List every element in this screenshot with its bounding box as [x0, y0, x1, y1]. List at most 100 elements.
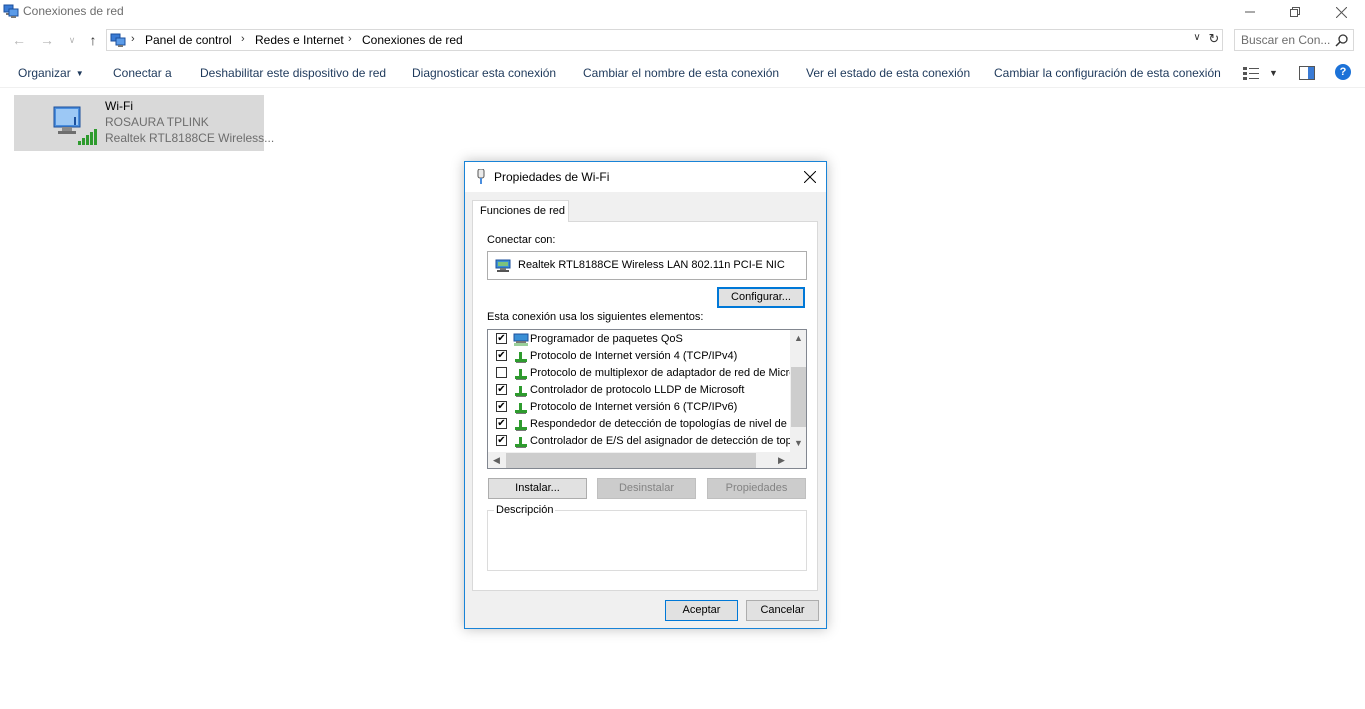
change-view-button[interactable]	[1243, 66, 1259, 83]
item-label: Controlador de protocolo LLDP de Microso…	[530, 384, 745, 396]
properties-button[interactable]: Propiedades	[707, 478, 806, 499]
scroll-right-icon[interactable]: ▶	[773, 452, 790, 468]
breadcrumb-network-internet[interactable]: Redes e Internet	[255, 33, 344, 47]
network-adapter-icon	[477, 169, 485, 184]
forward-button[interactable]: →	[38, 31, 56, 49]
components-list[interactable]: ✔ Programador de paquetes QoS ✔ Protocol…	[487, 329, 807, 469]
install-button[interactable]: Instalar...	[488, 478, 587, 499]
command-bar: Organizar ▼ Conectar a Deshabilitar este …	[0, 58, 1365, 88]
connect-to-button[interactable]: Conectar a	[113, 66, 172, 80]
dialog-title: Propiedades de Wi-Fi	[494, 170, 610, 184]
search-box[interactable]	[1234, 29, 1354, 51]
description-group: Descripción	[487, 504, 807, 571]
item-checkbox[interactable]	[496, 367, 507, 378]
view-options-dropdown[interactable]: ▼	[1269, 68, 1278, 78]
restore-button[interactable]	[1272, 0, 1318, 24]
organize-menu[interactable]: Organizar ▼	[18, 66, 84, 80]
connection-adapter: Realtek RTL8188CE Wireless...	[105, 131, 275, 145]
view-details-icon	[1243, 67, 1259, 80]
view-status-button[interactable]: Ver el estado de esta conexión	[806, 66, 970, 80]
breadcrumb-network-connections[interactable]: Conexiones de red	[362, 33, 463, 47]
protocol-icon	[515, 386, 527, 397]
item-checkbox[interactable]: ✔	[496, 384, 507, 395]
item-label: Respondedor de detección de topologías d…	[530, 418, 790, 430]
scroll-left-icon[interactable]: ◀	[488, 452, 505, 468]
dialog-close-button[interactable]	[799, 166, 821, 188]
diagnose-button[interactable]: Diagnosticar esta conexión	[412, 66, 556, 80]
breadcrumb-separator-icon[interactable]: ›	[131, 33, 135, 45]
tab-networking[interactable]: Funciones de red	[472, 200, 569, 222]
list-item[interactable]: Protocolo de multiplexor de adaptador de…	[488, 365, 790, 382]
list-item[interactable]: ✔ Respondedor de detección de topologías…	[488, 416, 790, 433]
address-bar[interactable]: › Panel de control › Redes e Internet › …	[106, 29, 1223, 51]
change-settings-button[interactable]: Cambiar la configuración de esta conexió…	[994, 66, 1221, 80]
navigation-bar: ← → ∨ ↑ › Panel de control › Redes e Int…	[0, 26, 1365, 54]
search-icon[interactable]	[1335, 33, 1349, 47]
list-item[interactable]: ✔ Programador de paquetes QoS	[488, 331, 790, 348]
disable-device-button[interactable]: Deshabilitar este dispositivo de red	[200, 66, 386, 80]
connection-item-wifi[interactable]: Wi-Fi ROSAURA TPLINK Realtek RTL8188CE W…	[14, 95, 274, 151]
configure-button[interactable]: Configurar...	[717, 287, 805, 308]
item-label: Protocolo de Internet versión 4 (TCP/IPv…	[530, 350, 738, 362]
protocol-icon	[515, 352, 527, 363]
caret-down-icon: ▼	[75, 69, 84, 78]
rename-button[interactable]: Cambiar el nombre de esta conexión	[583, 66, 779, 80]
item-label: Protocolo de multiplexor de adaptador de…	[530, 367, 790, 379]
scroll-thumb[interactable]	[791, 367, 806, 427]
adapter-name: Realtek RTL8188CE Wireless LAN 802.11n P…	[518, 259, 785, 271]
hscroll-thumb[interactable]	[506, 453, 756, 468]
arrow-up-icon: ↑	[89, 32, 97, 48]
horizontal-scrollbar[interactable]: ◀ ▶	[488, 452, 790, 468]
breadcrumb-control-panel[interactable]: Panel de control	[145, 33, 232, 47]
preview-pane-button[interactable]	[1299, 66, 1315, 83]
minimize-button[interactable]	[1227, 0, 1273, 24]
ok-button[interactable]: Aceptar	[665, 600, 738, 621]
description-label: Descripción	[494, 504, 556, 516]
item-checkbox[interactable]: ✔	[496, 401, 507, 412]
recent-locations-button[interactable]: ∨	[63, 31, 81, 49]
wifi-properties-dialog: Propiedades de Wi-Fi Funciones de red Co…	[464, 161, 827, 629]
preview-pane-icon	[1299, 66, 1315, 80]
connection-ssid: ROSAURA TPLINK	[105, 115, 209, 129]
cancel-button[interactable]: Cancelar	[746, 600, 819, 621]
close-window-button[interactable]	[1318, 0, 1364, 24]
scroll-down-icon[interactable]: ▼	[790, 435, 806, 452]
network-card-icon	[495, 259, 511, 272]
help-button[interactable]: ?	[1335, 64, 1351, 80]
uninstall-button[interactable]: Desinstalar	[597, 478, 696, 499]
list-item[interactable]: ✔ Protocolo de Internet versión 6 (TCP/I…	[488, 399, 790, 416]
help-icon: ?	[1339, 66, 1347, 78]
arrow-left-icon: ←	[12, 32, 26, 48]
close-icon	[804, 171, 816, 183]
list-item[interactable]: ✔ Protocolo de Internet versión 4 (TCP/I…	[488, 348, 790, 365]
window-title: Conexiones de red	[23, 4, 124, 18]
vertical-scrollbar[interactable]: ▲ ▼	[790, 330, 806, 452]
scroll-up-icon[interactable]: ▲	[790, 330, 806, 347]
up-button[interactable]: ↑	[84, 31, 102, 49]
protocol-icon	[515, 420, 527, 431]
breadcrumb-separator-icon[interactable]: ›	[348, 33, 352, 45]
search-input[interactable]	[1241, 33, 1333, 47]
item-label: Programador de paquetes QoS	[530, 333, 683, 345]
back-button[interactable]: ←	[10, 31, 28, 49]
protocol-icon	[515, 369, 527, 380]
minimize-icon	[1245, 11, 1255, 13]
scrollbar-corner	[790, 452, 806, 468]
protocol-icon	[515, 437, 527, 448]
address-history-dropdown[interactable]: ∨	[1190, 32, 1204, 48]
item-checkbox[interactable]: ✔	[496, 350, 507, 361]
item-checkbox[interactable]: ✔	[496, 333, 507, 344]
list-item[interactable]: ✔ Controlador de E/S del asignador de de…	[488, 433, 790, 450]
refresh-icon[interactable]: ↻	[1206, 31, 1222, 49]
items-label: Esta conexión usa los siguientes element…	[487, 311, 704, 323]
dialog-titlebar: Propiedades de Wi-Fi	[465, 162, 826, 192]
network-connections-icon	[3, 4, 19, 18]
breadcrumb-separator-icon[interactable]: ›	[241, 33, 245, 45]
list-item[interactable]: ✔ Controlador de protocolo LLDP de Micro…	[488, 382, 790, 399]
connect-using-label: Conectar con:	[487, 234, 556, 246]
window-titlebar: Conexiones de red	[0, 0, 1365, 24]
item-checkbox[interactable]: ✔	[496, 435, 507, 446]
chevron-down-icon: ∨	[68, 34, 76, 45]
wifi-adapter-icon	[53, 106, 97, 145]
item-checkbox[interactable]: ✔	[496, 418, 507, 429]
